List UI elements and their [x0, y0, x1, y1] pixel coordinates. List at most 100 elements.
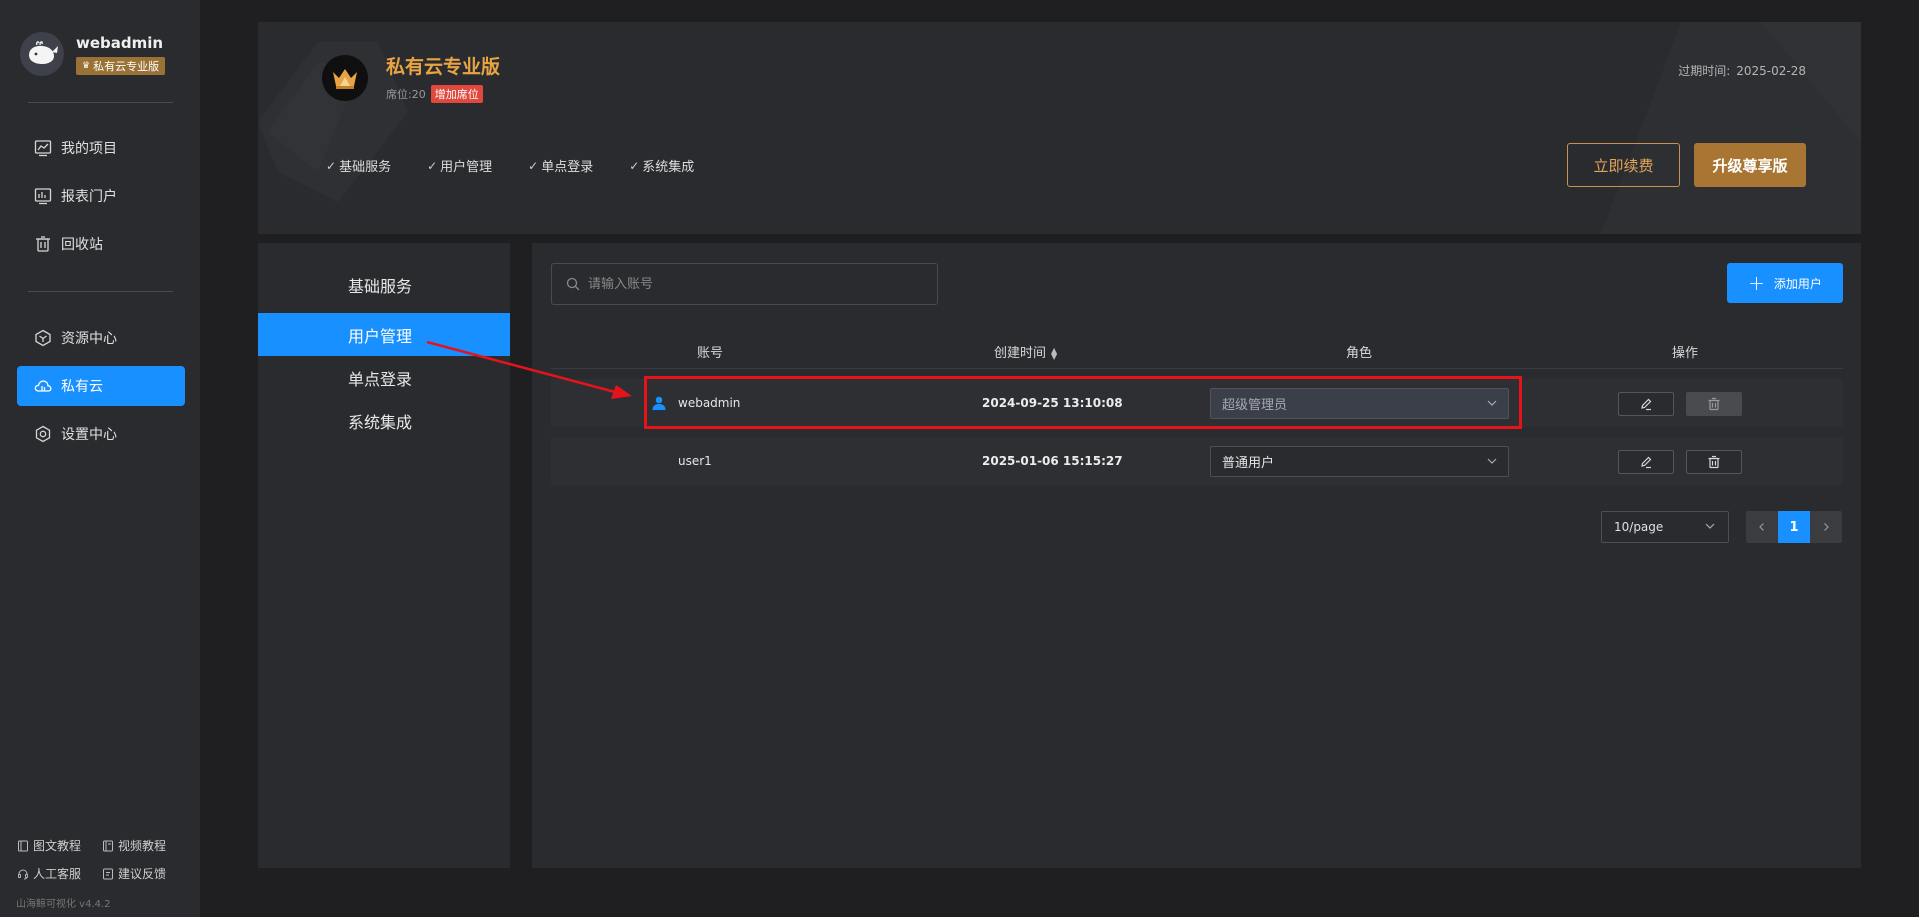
crown-badge	[322, 55, 368, 101]
seats-value: 20	[411, 87, 426, 101]
plan-card: 私有云专业版 席位: 20 增加席位 ✓ 基础服务 ✓ 用户管理 ✓ 单点登录 ✓ 系统…	[258, 22, 1861, 234]
account-search[interactable]	[551, 263, 938, 305]
gear-icon	[34, 425, 52, 443]
feature-item: ✓ 基础服务	[326, 156, 391, 176]
edit-button[interactable]	[1618, 392, 1674, 416]
created-time: 2025-01-06 15:15:27	[982, 454, 1123, 468]
account-name: user1	[678, 454, 712, 468]
feature-list: ✓ 基础服务 ✓ 用户管理 ✓ 单点登录 ✓ 系统集成	[326, 156, 730, 176]
search-icon	[566, 277, 580, 291]
upgrade-button[interactable]: 升级尊享版	[1694, 143, 1806, 187]
private-cloud-subnav: 基础服务 用户管理 单点登录 系统集成	[258, 243, 510, 868]
renew-button[interactable]: 立即续费	[1567, 143, 1680, 187]
role-select[interactable]: 普通用户	[1210, 446, 1509, 477]
subnav-item-sso[interactable]: 单点登录	[258, 356, 510, 399]
delete-button[interactable]	[1686, 450, 1742, 474]
prev-page-button[interactable]	[1746, 511, 1778, 543]
page-number-button[interactable]: 1	[1778, 511, 1810, 543]
sidebar-item-label: 报表门户	[61, 189, 117, 205]
feature-item: ✓ 系统集成	[629, 156, 695, 176]
help-link-feedback[interactable]: 建议反馈	[102, 865, 166, 882]
sidebar-item-resource-center[interactable]: 资源中心	[17, 318, 185, 358]
table-row: webadmin 2024-09-25 13:10:08 超级管理员	[551, 379, 1843, 427]
sidebar-item-label: 我的项目	[61, 141, 117, 157]
sidebar-item-private-cloud[interactable]: 私有云	[17, 366, 185, 406]
column-role: 角色	[1346, 346, 1373, 361]
add-user-button[interactable]: + 添加用户	[1727, 263, 1843, 303]
delete-button	[1686, 392, 1742, 416]
chevron-down-icon	[1486, 397, 1498, 409]
check-icon: ✓	[528, 158, 539, 173]
video-icon	[102, 840, 114, 852]
feature-label: 系统集成	[642, 160, 695, 175]
role-value: 超级管理员	[1222, 398, 1288, 413]
role-select: 超级管理员	[1210, 388, 1509, 419]
search-input[interactable]	[588, 276, 908, 292]
subnav-item-basic-service[interactable]: 基础服务	[258, 263, 510, 306]
table-row: user1 2025-01-06 15:15:27 普通用户	[551, 437, 1843, 485]
help-link-customer-service[interactable]: 人工客服	[17, 865, 81, 882]
plan-title: 私有云专业版	[386, 56, 501, 78]
next-page-button[interactable]	[1810, 511, 1842, 543]
column-created-label: 创建时间	[994, 346, 1047, 361]
feature-item: ✓ 用户管理	[427, 156, 493, 176]
plus-icon: +	[1748, 271, 1765, 295]
check-icon: ✓	[326, 158, 337, 173]
sidebar-item-label: 设置中心	[61, 427, 117, 443]
sidebar-item-label: 回收站	[61, 237, 103, 253]
sort-icon[interactable]: ▲ ▼	[1051, 346, 1057, 360]
add-user-label: 添加用户	[1773, 276, 1822, 291]
trash-icon	[34, 235, 52, 253]
feedback-icon	[102, 868, 114, 880]
subnav-item-user-management[interactable]: 用户管理	[258, 313, 510, 356]
user-profile[interactable]: webadmin ♛ 私有云专业版	[20, 32, 166, 76]
column-created[interactable]: 创建时间 ▲ ▼	[994, 342, 1057, 361]
subnav-item-system-integration[interactable]: 系统集成	[258, 399, 510, 442]
sidebar-divider	[28, 291, 173, 292]
chevron-down-icon	[1486, 455, 1498, 467]
page-size-select[interactable]: 10/page	[1601, 511, 1729, 543]
trash-icon	[1708, 455, 1720, 469]
feature-label: 用户管理	[440, 160, 493, 175]
page-size-value: 10/page	[1614, 520, 1664, 534]
sidebar-item-report-portal[interactable]: 报表门户	[17, 176, 185, 216]
username: webadmin	[76, 34, 164, 52]
pencil-icon	[1641, 456, 1652, 469]
book-icon	[17, 840, 29, 852]
help-link-video-tutorial[interactable]: 视频教程	[102, 837, 166, 854]
sidebar-item-settings-center[interactable]: 设置中心	[17, 414, 185, 454]
sidebar-item-label: 私有云	[61, 379, 103, 395]
trash-icon	[1708, 397, 1720, 411]
dashboard-icon	[34, 187, 52, 205]
help-link-label: 视频教程	[118, 839, 167, 853]
edit-button[interactable]	[1618, 450, 1674, 474]
sidebar-item-recycle-bin[interactable]: 回收站	[17, 224, 185, 264]
chevron-left-icon	[1759, 523, 1764, 531]
column-account: 账号	[697, 346, 724, 361]
chart-line-icon	[34, 139, 52, 157]
cube-icon	[34, 329, 52, 347]
account-name: webadmin	[678, 396, 741, 410]
seats-label: 席位:	[386, 88, 412, 101]
add-seat-button[interactable]: 增加席位	[430, 85, 483, 103]
avatar[interactable]	[20, 32, 64, 76]
help-link-doc-tutorial[interactable]: 图文教程	[17, 837, 81, 854]
pencil-icon	[1641, 398, 1652, 411]
crown-icon: ♛	[82, 61, 91, 71]
user-icon	[651, 395, 667, 411]
sidebar-item-my-projects[interactable]: 我的项目	[17, 128, 185, 168]
sidebar-item-label: 资源中心	[61, 331, 117, 347]
decor-shape	[1601, 22, 1861, 234]
edition-badge-label: 私有云专业版	[93, 60, 160, 73]
chevron-right-icon	[1824, 523, 1829, 531]
crown-icon	[333, 69, 357, 89]
expire-label: 过期时间:	[1678, 64, 1731, 78]
help-link-label: 图文教程	[33, 839, 82, 853]
sidebar: webadmin ♛ 私有云专业版 我的项目 报表门户 回收站 资源中心 私有云…	[0, 0, 200, 917]
chevron-down-icon	[1704, 520, 1716, 532]
role-value: 普通用户	[1222, 456, 1275, 471]
cloud-icon	[34, 377, 52, 395]
user-management-panel: + 添加用户 账号 创建时间 ▲▼ 角色 操作 webadmin 2024-09-…	[532, 243, 1861, 868]
help-link-label: 建议反馈	[118, 867, 167, 881]
help-link-label: 人工客服	[33, 867, 82, 881]
